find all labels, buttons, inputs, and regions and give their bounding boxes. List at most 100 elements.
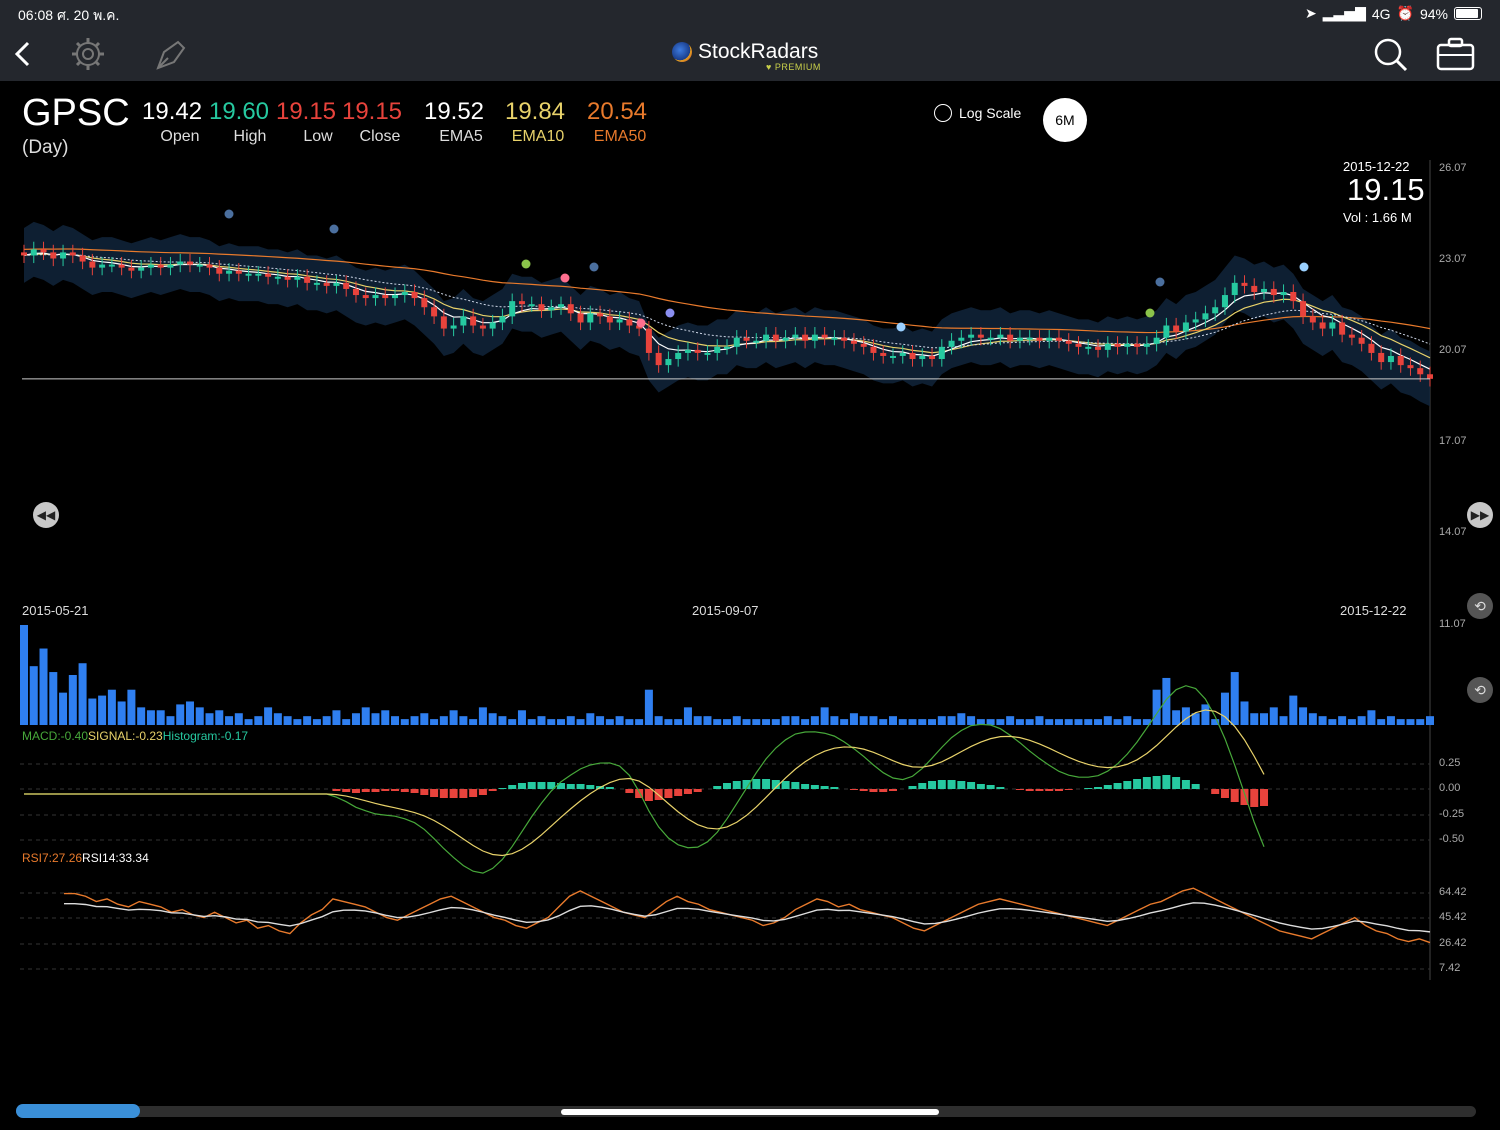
volume-bar (1201, 704, 1210, 725)
macd-histogram-bar (644, 789, 653, 801)
volume-bar (430, 719, 439, 725)
portfolio-icon[interactable] (1436, 36, 1476, 72)
candle-body (919, 355, 926, 360)
volume-bar (449, 710, 458, 725)
candle-body (860, 343, 867, 347)
volume-bar (39, 648, 48, 725)
candle-body (1192, 319, 1199, 323)
candle-body (509, 301, 516, 317)
tooltip-close: 19.15 (1347, 172, 1425, 207)
y-tick: 23.07 (1439, 253, 1467, 265)
chart-area[interactable] (0, 150, 1500, 1130)
candle-body (352, 288, 359, 296)
rsi-tick: 45.42 (1439, 911, 1467, 923)
volume-bar (1152, 689, 1161, 725)
sync-button[interactable]: ⟲ (1467, 677, 1493, 703)
candle-body (1085, 346, 1092, 349)
volume-bar (1133, 719, 1142, 725)
scrollbar-thumb[interactable] (16, 1104, 140, 1118)
signal-dot (1145, 308, 1155, 318)
pan-left-button[interactable]: ◀◀ (33, 502, 59, 528)
macd-histogram-bar (391, 789, 400, 791)
gear-icon[interactable] (68, 36, 108, 72)
macd-histogram-bar (332, 789, 341, 791)
search-icon[interactable] (1372, 36, 1410, 74)
candle-body (118, 264, 125, 268)
ema10-label: EMA10 (511, 128, 565, 145)
tooltip-volume: Vol : 1.66 M (1343, 210, 1412, 225)
macd-histogram-bar (1142, 777, 1151, 789)
range-6m-button[interactable]: 6M (1043, 98, 1087, 142)
macd-histogram-bar (605, 787, 614, 789)
app-logo: StockRadars (672, 40, 818, 64)
volume-bar (1181, 707, 1190, 725)
candle-body (69, 252, 76, 256)
macd-histogram-bar (1015, 789, 1024, 790)
candle-body (1075, 343, 1082, 347)
candle-body (831, 337, 838, 340)
candle-body (841, 337, 848, 341)
macd-histogram-bar (976, 784, 985, 789)
volume-bar (381, 710, 390, 725)
candle-body (753, 340, 760, 343)
sync-button[interactable]: ⟲ (1467, 593, 1493, 619)
candle-body (216, 267, 223, 274)
macd-histogram-bar (674, 789, 683, 796)
candle-body (1387, 355, 1394, 363)
candle-body (567, 304, 574, 314)
signal-dot (896, 322, 906, 332)
rsi-tick: 64.42 (1439, 886, 1467, 898)
volume-bar (127, 689, 136, 725)
candle-body (235, 270, 242, 274)
candle-body (802, 334, 809, 341)
battery-icon (1454, 7, 1482, 20)
candle-body (411, 291, 418, 299)
volume-bar (918, 719, 927, 725)
macd-histogram-bar (1064, 789, 1073, 790)
volume-bar (244, 719, 253, 725)
volume-bar (898, 719, 907, 725)
candle-body (1290, 291, 1297, 302)
log-scale-toggle[interactable]: Log Scale (934, 104, 1021, 122)
candle-body (772, 334, 779, 341)
candle-body (606, 316, 613, 323)
macd-histogram-bar (1045, 789, 1054, 791)
volume-bar (371, 713, 380, 725)
volume-bar (225, 716, 234, 725)
volume-bar (908, 719, 917, 725)
candle-body (587, 313, 594, 323)
candle-body (821, 334, 828, 338)
volume-bar (801, 719, 810, 725)
volume-bar (1289, 695, 1298, 725)
open-label: Open (160, 128, 200, 145)
volume-bar (703, 716, 712, 725)
volume-bar (1279, 716, 1288, 725)
macd-histogram-bar (732, 781, 741, 789)
signal-value: SIGNAL:-0.23 (88, 729, 163, 743)
candle-body (333, 282, 340, 286)
macd-tick: 0.00 (1439, 782, 1461, 794)
back-icon[interactable] (12, 40, 32, 68)
candle-body (392, 295, 399, 299)
macd-histogram-bar (830, 787, 839, 789)
volume-bar (205, 713, 214, 725)
battery-label: 94% (1419, 5, 1448, 22)
macd-histogram-bar (625, 789, 634, 793)
candle-body (548, 307, 555, 311)
ema10-value: 19.84 (504, 98, 566, 125)
volume-bar (683, 707, 692, 725)
macd-histogram-bar (1250, 789, 1259, 807)
macd-histogram-bar (752, 779, 761, 789)
rewind-icon: ◀◀ (36, 508, 56, 522)
draw-pen-icon[interactable] (152, 36, 190, 72)
candle-body (40, 249, 47, 253)
candle-body (1261, 288, 1268, 292)
candle-body (1397, 355, 1404, 366)
volume-bar (185, 701, 194, 725)
volume-bar (176, 704, 185, 725)
pan-right-button[interactable]: ▶▶ (1467, 502, 1493, 528)
volume-bar (1113, 719, 1122, 725)
macd-histogram-bar (820, 786, 829, 789)
macd-histogram-bar (683, 789, 692, 794)
link-icon: ⟲ (1474, 681, 1486, 698)
